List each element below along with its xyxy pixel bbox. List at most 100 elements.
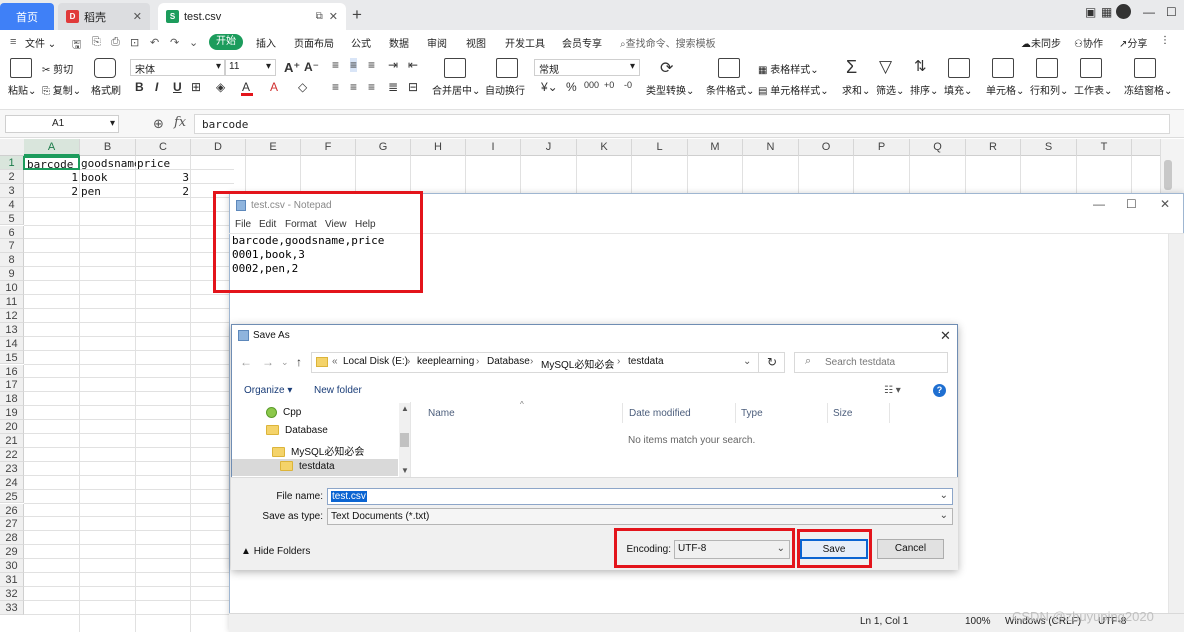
cell-C3[interactable]: 2 <box>137 185 189 199</box>
merge-button[interactable]: 合并居中⌄ <box>432 82 480 97</box>
menu-member[interactable]: 会员专享 <box>562 35 602 50</box>
increase-decimal-icon[interactable]: +0 <box>604 80 614 90</box>
organize-button[interactable]: Organize ▾ <box>244 385 292 396</box>
row-header[interactable]: 26 <box>0 503 24 518</box>
column-header[interactable]: A <box>24 139 80 156</box>
row-header[interactable]: 20 <box>0 420 24 434</box>
file-name-input[interactable]: test.csv ⌄ <box>327 488 953 505</box>
row-header[interactable]: 32 <box>0 586 24 601</box>
cell-icon[interactable] <box>992 58 1014 78</box>
row-header[interactable]: 29 <box>0 545 24 560</box>
row-header[interactable]: 3 <box>0 183 24 198</box>
sum-icon[interactable]: Σ <box>846 57 857 78</box>
row-header[interactable]: 14 <box>0 336 24 351</box>
column-header[interactable]: H <box>411 139 466 156</box>
cell-button[interactable]: 单元格⌄ <box>986 82 1024 97</box>
distribute-icon[interactable]: ⊟ <box>408 80 418 94</box>
column-name[interactable]: Name <box>428 408 455 419</box>
border-icon[interactable]: ⊞ <box>191 80 201 94</box>
outdent-icon[interactable]: ⇤ <box>408 58 418 72</box>
menu-insert[interactable]: 插入 <box>256 35 276 50</box>
column-header[interactable]: K <box>577 139 632 156</box>
column-header[interactable]: L <box>632 139 688 156</box>
search-input[interactable]: Search testdata <box>794 352 948 373</box>
font-shrink-icon[interactable]: A⁻ <box>304 60 319 74</box>
sum-button[interactable]: 求和⌄ <box>842 82 870 97</box>
row-col-icon[interactable] <box>1036 58 1058 78</box>
scroll-up-icon[interactable]: ▲ <box>401 404 409 413</box>
breadcrumb-item[interactable]: Database <box>487 356 530 367</box>
underline-icon[interactable]: U <box>173 80 182 94</box>
chevron-down-icon[interactable]: ⌄ <box>743 356 751 367</box>
column-header[interactable]: T <box>1077 139 1132 156</box>
restore-icon[interactable]: ⧉ <box>316 11 323 22</box>
menu-formula[interactable]: 公式 <box>351 35 371 50</box>
close-icon[interactable]: ✕ <box>940 328 951 344</box>
worksheet-button[interactable]: 工作表⌄ <box>1074 82 1112 97</box>
column-header[interactable]: G <box>356 139 411 156</box>
cell-C2[interactable]: 3 <box>137 171 189 185</box>
cell-A1[interactable]: barcode <box>23 156 80 170</box>
column-header[interactable]: E <box>246 139 301 156</box>
chevron-down-icon[interactable]: ⌄ <box>189 36 198 49</box>
new-folder-button[interactable]: New folder <box>314 385 362 396</box>
column-header[interactable]: I <box>466 139 521 156</box>
row-header[interactable]: 7 <box>0 239 24 254</box>
tree-item-database[interactable]: Database <box>266 425 328 436</box>
freeze-button[interactable]: 冻结窗格⌄ <box>1124 82 1172 97</box>
menu-review[interactable]: 审阅 <box>427 35 447 50</box>
tab-docer[interactable]: D 稻壳 ✕ <box>58 3 150 30</box>
row-header[interactable]: 11 <box>0 295 24 309</box>
row-header[interactable]: 6 <box>0 225 24 240</box>
avatar[interactable] <box>1116 4 1131 19</box>
close-icon[interactable]: ✕ <box>329 10 338 23</box>
row-header[interactable]: 17 <box>0 378 24 393</box>
column-header[interactable]: F <box>301 139 356 156</box>
number-format-select[interactable]: 常规 ▾ <box>534 59 640 76</box>
fx-icon[interactable]: fx <box>174 115 186 130</box>
row-header[interactable]: 30 <box>0 559 24 573</box>
format-painter-button[interactable]: 格式刷 <box>91 82 121 97</box>
column-header[interactable]: C <box>136 139 191 156</box>
row-header[interactable]: 27 <box>0 517 24 532</box>
bold-icon[interactable]: B <box>135 80 144 94</box>
row-header[interactable]: 10 <box>0 281 24 295</box>
save-icon[interactable]: 🖫 <box>72 36 81 55</box>
decrease-decimal-icon[interactable]: -0 <box>624 80 632 90</box>
font-color-red-icon[interactable]: A <box>270 80 278 94</box>
convert-icon[interactable]: ⟳ <box>660 58 673 78</box>
view-options-icon[interactable]: ☷ ▾ <box>884 385 901 396</box>
currency-icon[interactable]: ¥⌄ <box>541 80 558 94</box>
row-header[interactable]: 5 <box>0 211 24 226</box>
row-header[interactable]: 24 <box>0 475 24 490</box>
row-col-button[interactable]: 行和列⌄ <box>1030 82 1068 97</box>
align-bottom-icon[interactable]: ≡ <box>368 58 375 72</box>
menu-data[interactable]: 数据 <box>389 35 409 50</box>
column-header[interactable]: P <box>854 139 910 156</box>
row-header[interactable]: 4 <box>0 197 24 212</box>
back-icon[interactable]: ← <box>240 355 252 369</box>
tab-home[interactable]: 首页 <box>0 3 54 30</box>
minimize-icon[interactable]: — <box>1143 5 1155 19</box>
table-style-button[interactable]: ▦ 表格样式⌄ <box>758 61 819 76</box>
scrollbar-thumb[interactable] <box>1164 160 1172 190</box>
font-name-select[interactable]: 宋体 ▾ <box>130 59 226 76</box>
fill-color-icon[interactable]: ◈ <box>216 80 225 94</box>
column-type[interactable]: Type <box>741 408 763 419</box>
type-convert-button[interactable]: 类型转换⌄ <box>646 82 694 97</box>
column-header[interactable]: M <box>688 139 743 156</box>
tab-file[interactable]: S test.csv ⧉ ✕ <box>158 3 346 30</box>
menu-file[interactable]: 文件 ⌄ <box>25 35 56 50</box>
collab-button[interactable]: ⚇协作 <box>1074 35 1103 50</box>
cond-format-button[interactable]: 条件格式⌄ <box>706 82 754 97</box>
row-header[interactable]: 33 <box>0 600 24 615</box>
column-header[interactable]: R <box>966 139 1021 156</box>
row-header[interactable]: 8 <box>0 253 24 268</box>
row-header[interactable]: 25 <box>0 489 24 504</box>
column-header[interactable]: N <box>743 139 799 156</box>
formula-input[interactable]: barcode <box>194 114 1170 134</box>
copy-button[interactable]: ⎘ 复制⌄ <box>42 82 81 97</box>
cell-C1[interactable]: price <box>137 157 192 171</box>
fill-icon[interactable] <box>948 58 970 78</box>
font-color-icon[interactable]: A <box>242 80 250 94</box>
